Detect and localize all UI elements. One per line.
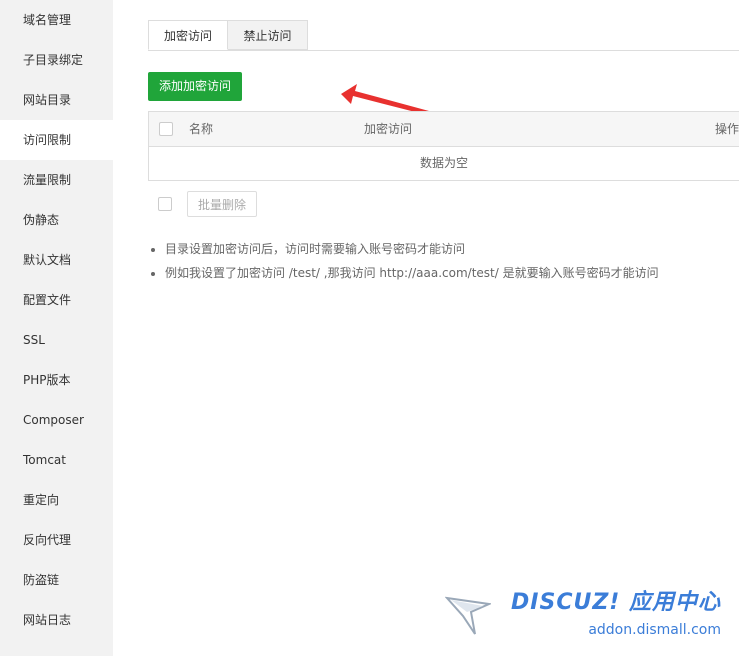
select-all-checkbox[interactable] [159,122,173,136]
sidebar-item-subdir[interactable]: 子目录绑定 [0,40,113,80]
sidebar-item-php[interactable]: PHP版本 [0,360,113,400]
help-tips: 目录设置加密访问后，访问时需要输入账号密码才能访问 例如我设置了加密访问 /te… [148,237,659,285]
sidebar-item-ssl[interactable]: SSL [0,320,113,360]
sidebar-item-config[interactable]: 配置文件 [0,280,113,320]
batch-delete-button[interactable]: 批量删除 [187,191,257,217]
tip-item: 例如我设置了加密访问 /test/ ,那我访问 http://aaa.com/t… [165,261,659,285]
sidebar-item-site-dir[interactable]: 网站目录 [0,80,113,120]
encrypt-table: 名称 加密访问 操作 数据为空 [148,111,739,181]
col-name-header: 名称 [189,122,214,136]
tip-item: 目录设置加密访问后，访问时需要输入账号密码才能访问 [165,237,659,261]
sidebar-item-access-limit[interactable]: 访问限制 [0,120,113,160]
sidebar-item-proxy[interactable]: 反向代理 [0,520,113,560]
discuz-logo-icon [445,596,491,635]
sidebar-item-hotlink[interactable]: 防盗链 [0,560,113,600]
sidebar: 域名管理 子目录绑定 网站目录 访问限制 流量限制 伪静态 默认文档 配置文件 … [0,0,113,656]
tab-forbid-access[interactable]: 禁止访问 [228,20,308,50]
sidebar-item-tomcat[interactable]: Tomcat [0,440,113,480]
batch-select-checkbox[interactable] [158,197,172,211]
tab-encrypt-access[interactable]: 加密访问 [148,20,228,50]
watermark-brand: DISCUZ! 应用中心 [511,590,721,615]
sidebar-item-redirect[interactable]: 重定向 [0,480,113,520]
sidebar-item-rewrite[interactable]: 伪静态 [0,200,113,240]
sidebar-item-composer[interactable]: Composer [0,400,113,440]
col-ops-header: 操作 [715,122,739,136]
table-empty-row: 数据为空 [419,156,468,170]
table-header: 名称 加密访问 操作 [149,112,739,147]
col-encrypt-header: 加密访问 [364,122,413,136]
main-panel: 加密访问 禁止访问 添加加密访问 名称 加密访问 操作 数据为空 批量删除 目录… [113,0,739,656]
sidebar-item-logs[interactable]: 网站日志 [0,600,113,640]
sidebar-item-traffic-limit[interactable]: 流量限制 [0,160,113,200]
sidebar-item-default-doc[interactable]: 默认文档 [0,240,113,280]
add-encrypt-access-button[interactable]: 添加加密访问 [148,72,242,101]
sidebar-item-domain[interactable]: 域名管理 [0,0,113,40]
tab-bar: 加密访问 禁止访问 [148,20,739,51]
watermark-url: addon.dismall.com [588,622,721,638]
